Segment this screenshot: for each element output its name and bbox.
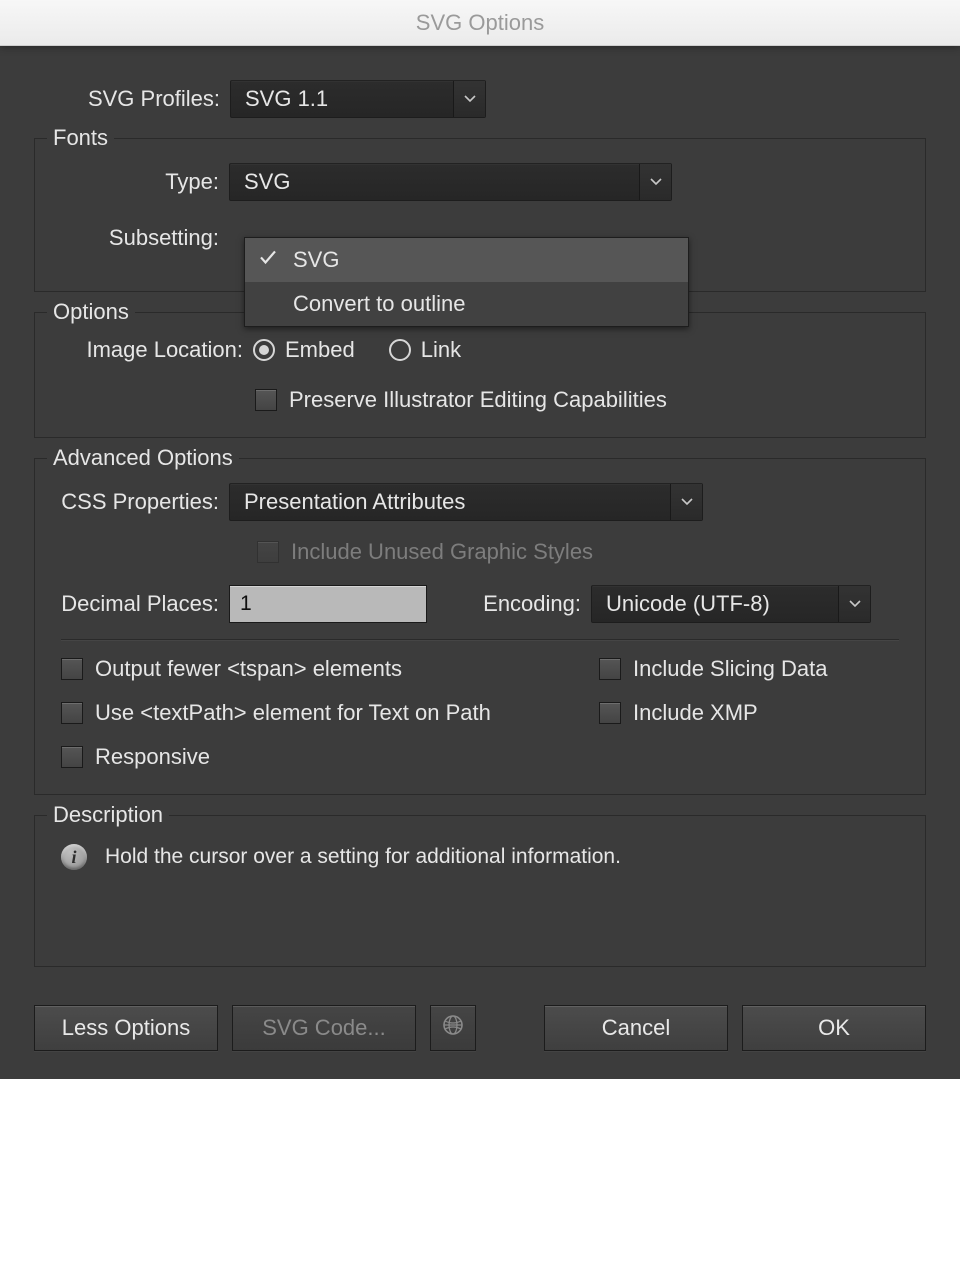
checkbox-icon [61, 746, 83, 768]
svg-profiles-dropdown[interactable]: SVG 1.1 [230, 80, 486, 118]
less-options-label: Less Options [62, 1015, 190, 1041]
checkbox-icon [61, 658, 83, 680]
cancel-label: Cancel [602, 1015, 670, 1041]
dialog-titlebar: SVG Options [0, 0, 960, 46]
radio-embed[interactable]: Embed [253, 337, 355, 363]
type-row: Type: SVG [61, 163, 899, 201]
check-include-slicing[interactable]: Include Slicing Data [599, 656, 899, 682]
svg-code-label: SVG Code... [262, 1015, 386, 1041]
description-legend: Description [47, 802, 169, 828]
include-unused-row: Include Unused Graphic Styles [61, 539, 899, 565]
check-include-unused: Include Unused Graphic Styles [257, 539, 593, 565]
decimal-places-label: Decimal Places: [61, 591, 229, 617]
cancel-button[interactable]: Cancel [544, 1005, 728, 1051]
type-dropdown-menu[interactable]: SVG Convert to outline [244, 237, 689, 327]
check-include-xmp[interactable]: Include XMP [599, 700, 899, 726]
check-output-tspan-label: Output fewer <tspan> elements [95, 656, 402, 682]
fonts-legend: Fonts [47, 125, 114, 151]
globe-icon [441, 1013, 465, 1043]
svg-code-button[interactable]: SVG Code... [232, 1005, 416, 1051]
check-icon [259, 245, 277, 271]
advanced-group: Advanced Options CSS Properties: Present… [34, 458, 926, 795]
type-dropdown-value: SVG [230, 171, 639, 193]
check-include-unused-label: Include Unused Graphic Styles [291, 539, 593, 565]
css-properties-dropdown[interactable]: Presentation Attributes [229, 483, 703, 521]
check-use-textpath[interactable]: Use <textPath> element for Text on Path [61, 700, 491, 726]
check-responsive-label: Responsive [95, 744, 210, 770]
type-option-svg-label: SVG [293, 247, 339, 273]
checkbox-icon [599, 658, 621, 680]
chevron-down-icon [670, 484, 702, 520]
chevron-down-icon [639, 164, 671, 200]
encoding-dropdown[interactable]: Unicode (UTF-8) [591, 585, 871, 623]
options-group: Options Image Location: Embed Link Prese… [34, 312, 926, 438]
divider [61, 639, 899, 640]
css-properties-row: CSS Properties: Presentation Attributes [61, 483, 899, 521]
adv-row1: Output fewer <tspan> elements Include Sl… [61, 656, 899, 682]
css-properties-label: CSS Properties: [61, 489, 229, 515]
radio-link[interactable]: Link [389, 337, 461, 363]
radio-icon [389, 339, 411, 361]
type-label: Type: [61, 169, 229, 195]
svg-profiles-row: SVG Profiles: SVG 1.1 [34, 80, 926, 118]
subsetting-label: Subsetting: [61, 225, 229, 251]
svg-profiles-label: SVG Profiles: [34, 86, 230, 112]
encoding-label: Encoding: [451, 591, 591, 617]
decimal-encoding-row: Decimal Places: Encoding: Unicode (UTF-8… [61, 585, 899, 623]
radio-icon [253, 339, 275, 361]
check-preserve-label: Preserve Illustrator Editing Capabilitie… [289, 387, 667, 413]
description-group: Description i Hold the cursor over a set… [34, 815, 926, 967]
dialog-footer: Less Options SVG Code... Cancel OK [34, 1005, 926, 1051]
advanced-legend: Advanced Options [47, 445, 239, 471]
ok-label: OK [818, 1015, 850, 1041]
encoding-value: Unicode (UTF-8) [592, 593, 838, 615]
checkbox-icon [61, 702, 83, 724]
decimal-places-input[interactable] [229, 585, 427, 623]
type-dropdown[interactable]: SVG [229, 163, 672, 201]
check-responsive[interactable]: Responsive [61, 744, 210, 770]
dialog-title: SVG Options [416, 10, 544, 36]
options-legend: Options [47, 299, 135, 325]
description-text: Hold the cursor over a setting for addit… [105, 845, 621, 869]
chevron-down-icon [453, 81, 485, 117]
check-include-xmp-label: Include XMP [633, 700, 758, 726]
info-icon: i [61, 844, 87, 870]
check-output-tspan[interactable]: Output fewer <tspan> elements [61, 656, 402, 682]
image-location-row: Image Location: Embed Link [61, 337, 899, 363]
radio-embed-label: Embed [285, 337, 355, 363]
ok-button[interactable]: OK [742, 1005, 926, 1051]
type-option-convert-to-outline[interactable]: Convert to outline [245, 282, 688, 326]
description-row: i Hold the cursor over a setting for add… [61, 844, 899, 870]
checkbox-icon [257, 541, 279, 563]
checkbox-icon [255, 389, 277, 411]
check-include-slicing-label: Include Slicing Data [633, 656, 827, 682]
chevron-down-icon [838, 586, 870, 622]
image-location-label: Image Location: [61, 337, 253, 363]
dialog-body: SVG Profiles: SVG 1.1 Fonts Type: SVG Su… [0, 46, 960, 1079]
web-preview-button[interactable] [430, 1005, 476, 1051]
less-options-button[interactable]: Less Options [34, 1005, 218, 1051]
adv-row2: Use <textPath> element for Text on Path … [61, 700, 899, 726]
radio-link-label: Link [421, 337, 461, 363]
type-option-convert-label: Convert to outline [293, 291, 465, 317]
type-option-svg[interactable]: SVG [245, 238, 688, 282]
css-properties-value: Presentation Attributes [230, 491, 670, 513]
checkbox-icon [599, 702, 621, 724]
svg-profiles-value: SVG 1.1 [231, 88, 453, 110]
preserve-row: Preserve Illustrator Editing Capabilitie… [61, 387, 899, 413]
adv-row3: Responsive [61, 744, 899, 770]
check-use-textpath-label: Use <textPath> element for Text on Path [95, 700, 491, 726]
check-preserve-editing[interactable]: Preserve Illustrator Editing Capabilitie… [255, 387, 667, 413]
